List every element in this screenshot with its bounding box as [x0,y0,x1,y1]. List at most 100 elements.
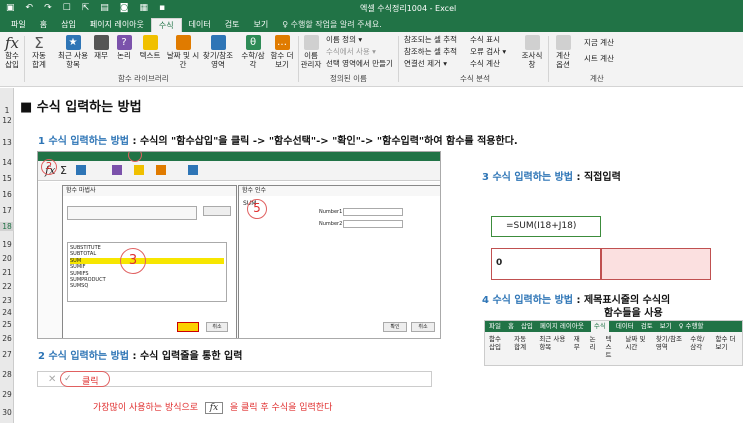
remove-arrows-button[interactable]: 연결선 제거 ▾ [404,59,447,69]
row-header[interactable]: 12 [0,116,14,125]
new-icon[interactable]: ☐ [63,3,71,14]
args-ok-button[interactable]: 확인 [383,322,407,332]
trace-dependents-button[interactable]: 참조하는 셀 추적 [404,47,457,57]
function-item[interactable]: SUMSQ [70,283,224,289]
dialog-ok-button[interactable] [177,322,199,332]
separator [548,36,549,82]
tag-icon [303,35,319,50]
row-header[interactable]: 30 [0,408,14,417]
number2-input[interactable] [343,220,403,228]
watch-window-button[interactable]: 조사식 창 [520,35,544,69]
undo-icon[interactable]: ↶ [26,3,34,14]
mini-tab-active: 수식 [590,321,609,332]
tab-data[interactable]: 데이터 [182,18,218,32]
row-header[interactable]: 27 [0,350,14,359]
row-header[interactable]: 25 [0,320,14,329]
mini-tab: 데이터 [615,322,634,330]
separator [398,36,399,82]
more-functions-button[interactable]: … 함수 더 보기 [270,35,294,69]
row-header[interactable]: 1 [0,106,14,115]
logical-button[interactable]: ? 논리 [116,35,132,60]
number1-input[interactable] [343,208,403,216]
result-cell[interactable]: 0 [491,248,601,280]
method2-label: 2 수식 입력하는 방법 [38,351,130,362]
row-header[interactable]: 14 [0,158,14,167]
use-in-formula-button[interactable]: 수식에서 사용 ▾ [326,47,376,57]
cancel-icon[interactable]: ✕ [48,374,56,385]
row-header[interactable]: 26 [0,334,14,343]
error-checking-button[interactable]: 오류 검사 ▾ [470,47,506,57]
row-header[interactable]: 20 [0,254,14,263]
clock-icon [175,35,191,50]
insert-function-button[interactable]: fx 함수 삽입 [4,35,20,69]
mini-item: 찾기/참조 영역 [655,335,682,351]
tab-insert[interactable]: 삽입 [54,18,83,32]
math-button[interactable]: θ 수학/삼각 [238,35,268,69]
calculate-now-button[interactable]: 지금 계산 [584,38,614,48]
mini-tab: 보기 [659,322,672,330]
fx-icon: fx [204,401,223,414]
row-header[interactable]: 24 [0,308,14,317]
row-header[interactable]: 28 [0,370,14,379]
separator [298,36,299,82]
autosum-button[interactable]: Σ 자동 합계 [28,35,50,69]
recent-functions-button[interactable]: ★ 최근 사용 항목 [56,35,90,69]
row-header[interactable]: 29 [0,390,14,399]
pointer-icon[interactable]: ⇱ [82,3,90,14]
note-after: 을 클릭 후 수식을 입력한다 [229,403,333,413]
row-header[interactable]: 16 [0,190,14,199]
ss-lookup-icon [188,165,198,175]
row-header[interactable]: 17 [0,206,14,215]
financial-button[interactable]: 재무 [94,35,109,60]
adjacent-cell[interactable] [601,248,711,280]
function-list[interactable]: SUBSTITUTE SUBTOTAL SUM SUMIF SUMIFS SUM… [67,242,227,302]
row-header[interactable]: 23 [0,296,14,305]
show-formulas-button[interactable]: 수식 표시 [470,35,500,45]
datetime-button[interactable]: 날짜 및 시간 [166,35,200,69]
formula-bar-value[interactable]: 클릭 [82,374,99,387]
tab-view[interactable]: 보기 [246,18,275,32]
lookup-button[interactable]: 찾기/참조 영역 [200,35,236,69]
text-button[interactable]: 텍스트 [138,35,162,60]
tab-home[interactable]: 홈 [33,18,54,32]
evaluate-formula-button[interactable]: 수식 계산 [470,59,500,69]
more-icon[interactable]: ▪ [159,3,165,14]
mini-item: 최근 사용 항목 [539,335,566,351]
search-go-button[interactable] [203,206,231,216]
star-icon: ★ [65,35,81,50]
table-icon[interactable]: ▦ [139,3,148,14]
ss-star-icon [76,165,86,175]
row-header[interactable]: 13 [0,138,14,147]
args-cancel-button[interactable]: 취소 [411,322,435,332]
method4-line2: 함수들을 사용 [604,308,663,319]
dialog-title: 함수 마법사 [63,186,236,196]
dialog-cancel-button[interactable]: 취소 [206,322,228,332]
row-header[interactable]: 22 [0,282,14,291]
create-from-selection-button[interactable]: 선택 영역에서 만들기 [326,59,393,69]
row-header[interactable]: 15 [0,174,14,183]
tab-file[interactable]: 파일 [4,18,33,32]
row-header[interactable]: 21 [0,268,14,277]
define-name-button[interactable]: 이름 정의 ▾ [326,35,362,45]
name-manager-button[interactable]: 이름 관리자 [300,35,322,69]
row-header[interactable]: 19 [0,240,14,249]
camera-icon[interactable]: ◙ [120,3,129,14]
tab-formulas[interactable]: 수식 [150,18,182,32]
calc-options-button[interactable]: 계산 옵션 [552,35,574,69]
tell-me-search[interactable]: ♀ 수행할 작업을 알려 주세요. [275,18,389,32]
calculate-sheet-button[interactable]: 시트 계산 [584,54,614,64]
row-header[interactable]: 18 [0,222,14,231]
save-icon[interactable]: ▣ [6,3,15,14]
print-preview-icon[interactable]: ▤ [100,3,109,14]
mini-ribbon: 함수 삽입 자동 합계 최근 사용 항목 재무 논리 텍스트 날짜 및 시간 찾… [485,332,742,362]
formula-cell[interactable]: =SUM(I18+J18) [491,216,601,237]
mini-tab: 삽입 [520,322,533,330]
worksheet-area[interactable]: 1 12 13 14 15 16 17 18 19 20 21 22 23 24… [0,88,743,423]
trace-precedents-button[interactable]: 참조되는 셀 추적 [404,35,457,45]
redo-icon[interactable]: ↷ [44,3,52,14]
search-function-input[interactable] [67,206,197,220]
page-heading: ■ 수식 입력하는 방법 [20,100,142,115]
tab-review[interactable]: 검토 [218,18,247,32]
tab-page-layout[interactable]: 페이지 레이아웃 [83,18,151,32]
group-calculation: 계산 [590,74,604,83]
